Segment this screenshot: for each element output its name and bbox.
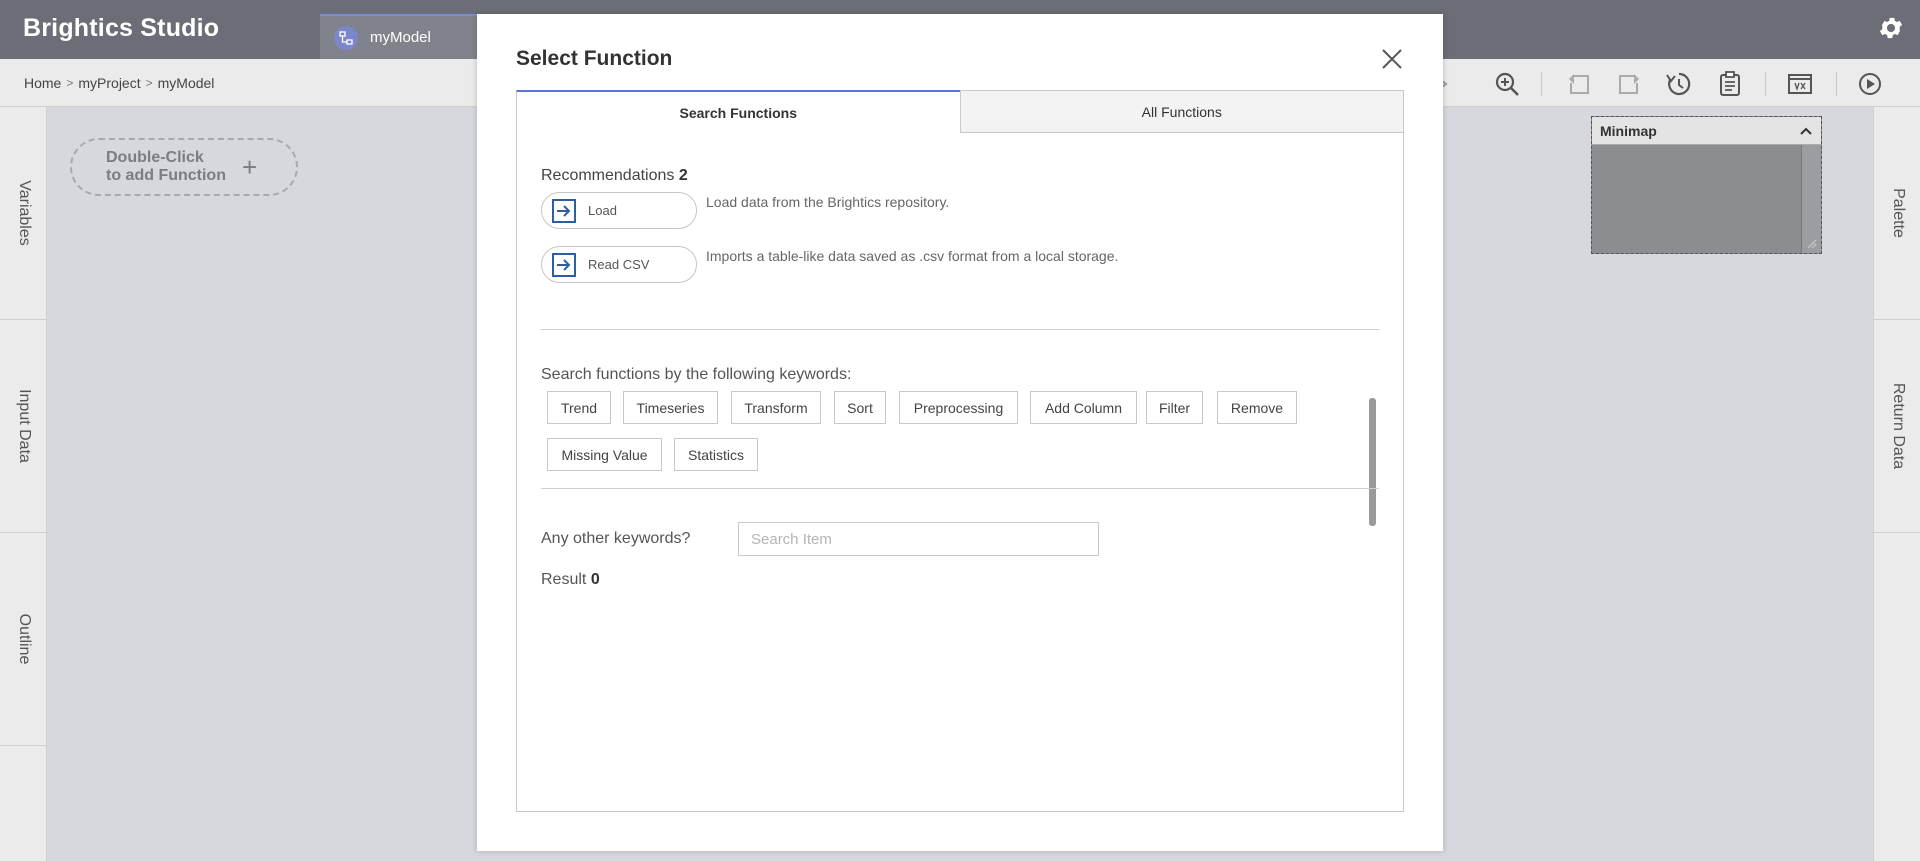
sidebar-tab-label: Palette bbox=[1889, 188, 1907, 238]
undo-icon[interactable] bbox=[1565, 70, 1593, 98]
recommendation-item: Load bbox=[541, 192, 697, 229]
breadcrumb-project[interactable]: myProject bbox=[78, 75, 140, 91]
section-divider bbox=[541, 488, 1379, 489]
sidebar-tab-label: Input Data bbox=[15, 389, 33, 463]
select-function-dialog: Select Function Search Functions All Fun… bbox=[477, 14, 1443, 851]
keyword-preprocessing[interactable]: Preprocessing bbox=[899, 391, 1018, 424]
section-divider bbox=[541, 329, 1379, 330]
add-function-text: Double-Click to add Function bbox=[106, 149, 226, 185]
sidebar-tab-label: Variables bbox=[15, 180, 33, 246]
minimap-header: Minimap bbox=[1592, 117, 1821, 145]
tab-search-functions[interactable]: Search Functions bbox=[516, 90, 960, 133]
variables-window-icon[interactable] bbox=[1786, 70, 1814, 98]
tab-all-functions[interactable]: All Functions bbox=[959, 90, 1404, 133]
run-icon[interactable] bbox=[1856, 70, 1884, 98]
function-description: Imports a table-like data saved as .csv … bbox=[706, 248, 1119, 264]
result-label: Result bbox=[541, 571, 587, 588]
recommendations-heading: Recommendations 2 bbox=[541, 167, 688, 185]
sidebar-tab-label: Outline bbox=[15, 613, 33, 665]
sidebar-tab-input-data[interactable]: Input Data bbox=[0, 320, 47, 533]
right-sidebar: Palette Return Data bbox=[1873, 107, 1920, 861]
brand-logo: Brightics Studio bbox=[23, 14, 220, 42]
keyword-missing-value[interactable]: Missing Value bbox=[547, 438, 662, 471]
function-label: Read CSV bbox=[588, 257, 650, 272]
dialog-title: Select Function bbox=[516, 47, 673, 70]
dialog-tabs: Search Functions All Functions bbox=[516, 90, 1404, 133]
function-load-button[interactable]: Load bbox=[541, 192, 697, 229]
history-icon[interactable] bbox=[1665, 70, 1693, 98]
add-function-placeholder[interactable]: Double-Click to add Function + bbox=[70, 138, 298, 196]
minimap-scrollbar[interactable] bbox=[1801, 145, 1821, 253]
recommendations-count: 2 bbox=[678, 167, 688, 184]
keyword-timeseries[interactable]: Timeseries bbox=[623, 391, 718, 424]
keyword-sort[interactable]: Sort bbox=[834, 391, 886, 424]
breadcrumb-separator: > bbox=[145, 76, 153, 90]
add-function-line1: Double-Click bbox=[106, 149, 204, 166]
keyword-remove[interactable]: Remove bbox=[1217, 391, 1297, 424]
resize-handle-icon[interactable] bbox=[1807, 239, 1817, 249]
minimap-title: Minimap bbox=[1600, 122, 1657, 139]
recommendation-item: Read CSV bbox=[541, 246, 697, 283]
toolbar-divider bbox=[1541, 72, 1542, 96]
close-icon[interactable] bbox=[1379, 46, 1405, 72]
other-keywords-label: Any other keywords? bbox=[541, 530, 691, 547]
zoom-in-icon[interactable] bbox=[1493, 70, 1521, 98]
chevron-up-icon[interactable] bbox=[1799, 126, 1813, 136]
tab-label: myModel bbox=[370, 29, 431, 46]
left-sidebar: Variables Input Data Outline bbox=[0, 107, 47, 861]
toolbar-divider bbox=[1836, 72, 1837, 96]
breadcrumb-model[interactable]: myModel bbox=[158, 75, 215, 91]
model-icon bbox=[334, 25, 358, 50]
plus-icon: + bbox=[242, 152, 258, 182]
sidebar-tab-label: Return Data bbox=[1889, 382, 1907, 470]
result-number: 0 bbox=[590, 571, 600, 588]
breadcrumb-separator: > bbox=[66, 76, 74, 90]
keywords-scrollbar[interactable] bbox=[1369, 398, 1376, 526]
keywords-heading: Search functions by the following keywor… bbox=[541, 366, 852, 383]
breadcrumb: Home > myProject > myModel bbox=[24, 75, 214, 91]
keyword-trend[interactable]: Trend bbox=[547, 391, 611, 424]
minimap[interactable]: Minimap bbox=[1591, 116, 1822, 254]
read-csv-function-icon bbox=[552, 252, 576, 277]
redo-icon[interactable] bbox=[1615, 70, 1643, 98]
gear-icon[interactable] bbox=[1877, 14, 1905, 42]
sidebar-tab-outline[interactable]: Outline bbox=[0, 533, 47, 746]
function-read-csv-button[interactable]: Read CSV bbox=[541, 246, 697, 283]
clipboard-icon[interactable] bbox=[1716, 70, 1744, 98]
add-function-line2: to add Function bbox=[106, 167, 226, 184]
search-input[interactable] bbox=[738, 522, 1099, 556]
sidebar-tab-palette[interactable]: Palette bbox=[1874, 107, 1920, 320]
keyword-transform[interactable]: Transform bbox=[731, 391, 821, 424]
sidebar-tab-return-data[interactable]: Return Data bbox=[1874, 320, 1920, 533]
result-count: Result 0 bbox=[541, 571, 600, 589]
sidebar-tab-variables[interactable]: Variables bbox=[0, 107, 47, 320]
keyword-filter[interactable]: Filter bbox=[1146, 391, 1203, 424]
recommendations-label: Recommendations bbox=[541, 167, 675, 184]
keyword-add-column[interactable]: Add Column bbox=[1030, 391, 1137, 424]
keyword-statistics[interactable]: Statistics bbox=[674, 438, 758, 471]
toolbar-divider bbox=[1765, 72, 1766, 96]
function-description: Load data from the Brightics repository. bbox=[706, 194, 950, 210]
load-function-icon bbox=[552, 198, 576, 223]
function-label: Load bbox=[588, 203, 617, 218]
breadcrumb-home[interactable]: Home bbox=[24, 75, 61, 91]
tab-mymodel[interactable]: myModel bbox=[320, 14, 480, 59]
